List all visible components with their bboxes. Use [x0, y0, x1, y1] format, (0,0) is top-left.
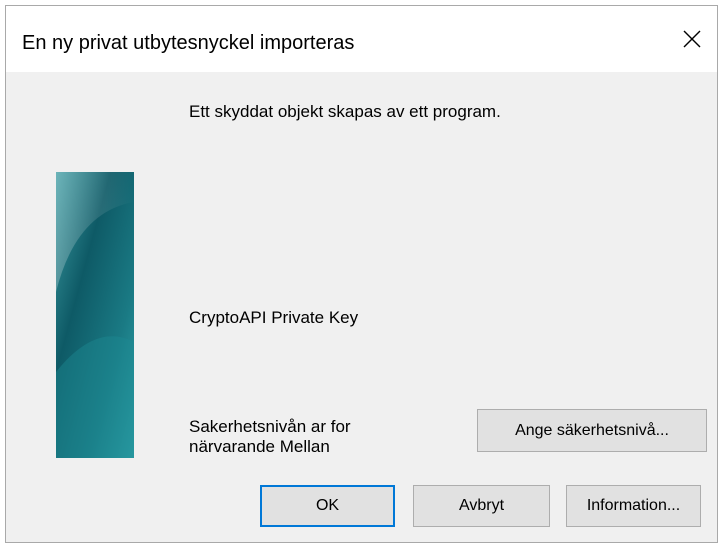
dialog-message: Ett skyddat objekt skapas av ett program…: [189, 102, 501, 121]
set-security-level-button[interactable]: Ange säkerhetsnivå...: [477, 409, 707, 452]
security-level-line-1: Sakerhetsnivån ar for: [189, 417, 351, 436]
key-name: CryptoAPI Private Key: [189, 308, 359, 327]
close-button[interactable]: [667, 6, 717, 72]
close-icon: [682, 29, 702, 49]
security-level-line-2: närvarande Mellan: [189, 437, 330, 456]
title-bar: En ny privat utbytesnyckel importeras: [6, 6, 717, 72]
security-banner-graphic: [56, 172, 134, 458]
ok-button[interactable]: OK: [260, 485, 395, 527]
information-button[interactable]: Information...: [566, 485, 701, 527]
cancel-button[interactable]: Avbryt: [413, 485, 550, 527]
dialog-title: En ny privat utbytesnyckel importeras: [22, 32, 355, 54]
dialog-window: En ny privat utbytesnyckel importeras Et…: [5, 5, 718, 543]
security-level-text: Sakerhetsnivån ar for närvarande Mellan: [189, 417, 419, 457]
